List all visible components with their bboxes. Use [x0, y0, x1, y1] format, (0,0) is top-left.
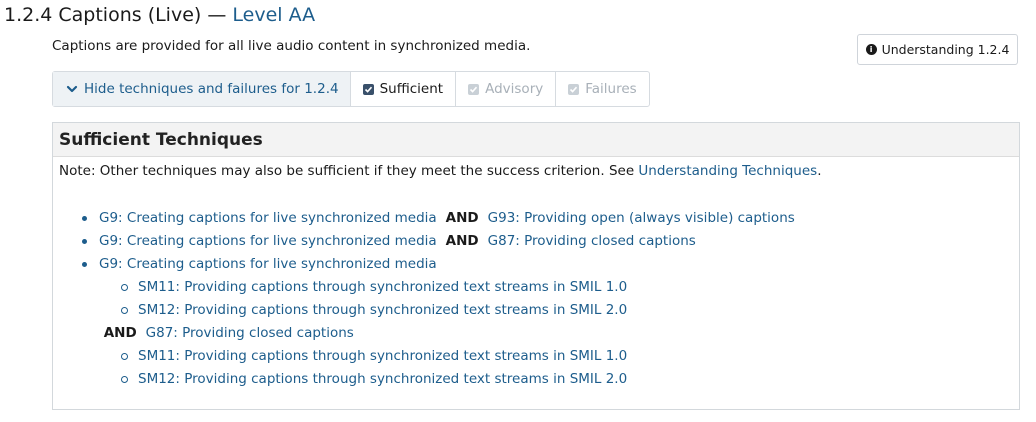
panel-header: Sufficient Techniques	[53, 123, 1019, 157]
technique-link-g9[interactable]: G9: Creating captions for live synchroni…	[99, 233, 437, 249]
panel-heading: Sufficient Techniques	[59, 129, 263, 150]
toggle-failures[interactable]: Failures	[556, 72, 648, 106]
level-label: Level AA	[232, 4, 316, 26]
note-suffix: .	[817, 163, 822, 179]
technique-link-g9[interactable]: G9: Creating captions for live synchroni…	[99, 256, 437, 272]
list-item: G9: Creating captions for live synchroni…	[79, 207, 795, 230]
list-item: G9: Creating captions for live synchroni…	[79, 230, 795, 253]
criterion-description: Captions are provided for all live audio…	[52, 38, 531, 54]
technique-link-g9[interactable]: G9: Creating captions for live synchroni…	[99, 210, 437, 226]
nested-techniques-group: SM11: Providing captions through synchro…	[79, 276, 628, 391]
technique-link-g93[interactable]: G93: Providing open (always visible) cap…	[488, 210, 795, 226]
technique-link-sm11[interactable]: SM11: Providing captions through synchro…	[138, 348, 627, 364]
advisory-label: Advisory	[485, 81, 544, 97]
technique-link-g87[interactable]: G87: Providing closed captions	[146, 325, 354, 341]
sub-list: SM11: Providing captions through synchro…	[79, 276, 627, 322]
sufficient-checkbox-icon	[362, 83, 374, 95]
sub-list: SM11: Providing captions through synchro…	[79, 345, 627, 391]
understanding-techniques-link[interactable]: Understanding Techniques	[638, 163, 817, 179]
note-text: Note: Other techniques may also be suffi…	[59, 163, 639, 179]
sub-list-item: SM11: Providing captions through synchro…	[79, 276, 627, 299]
and-label: AND	[440, 233, 484, 249]
techniques-list: G9: Creating captions for live synchroni…	[79, 207, 795, 276]
technique-link-sm12[interactable]: SM12: Providing captions through synchro…	[138, 302, 627, 318]
failures-label: Failures	[585, 81, 637, 97]
hide-techniques-label: Hide techniques and failures for 1.2.4	[84, 81, 339, 97]
advisory-checkbox-icon	[468, 83, 480, 95]
understanding-button[interactable]: i Understanding 1.2.4	[857, 34, 1018, 65]
hide-techniques-button[interactable]: Hide techniques and failures for 1.2.4	[53, 72, 351, 106]
technique-link-sm12[interactable]: SM12: Providing captions through synchro…	[138, 371, 627, 387]
techniques-toggle-bar: Hide techniques and failures for 1.2.4 S…	[52, 71, 650, 107]
title-prefix: 1.2.4 Captions (Live) —	[4, 4, 233, 26]
sub-list-item: SM12: Providing captions through synchro…	[79, 368, 627, 391]
and-row: AND G87: Providing closed captions	[79, 322, 627, 345]
success-criterion-title: 1.2.4 Captions (Live) — Level AA	[4, 4, 315, 26]
info-icon: i	[865, 44, 877, 55]
technique-link-g87[interactable]: G87: Providing closed captions	[488, 233, 696, 249]
failures-checkbox-icon	[568, 83, 580, 95]
list-item: G9: Creating captions for live synchroni…	[79, 253, 795, 276]
sub-list-item: SM12: Providing captions through synchro…	[79, 299, 627, 322]
toggle-sufficient[interactable]: Sufficient	[351, 72, 457, 106]
sufficient-label: Sufficient	[379, 81, 444, 97]
techniques-note: Note: Other techniques may also be suffi…	[59, 163, 821, 179]
and-label: AND	[99, 325, 142, 341]
sufficient-techniques-panel: Sufficient Techniques Note: Other techni…	[52, 122, 1020, 410]
understanding-button-label: Understanding 1.2.4	[881, 42, 1010, 57]
chevron-down-icon	[66, 85, 78, 93]
and-label: AND	[440, 210, 484, 226]
sub-list-item: SM11: Providing captions through synchro…	[79, 345, 627, 368]
technique-link-sm11[interactable]: SM11: Providing captions through synchro…	[138, 279, 627, 295]
toggle-advisory[interactable]: Advisory	[456, 72, 557, 106]
